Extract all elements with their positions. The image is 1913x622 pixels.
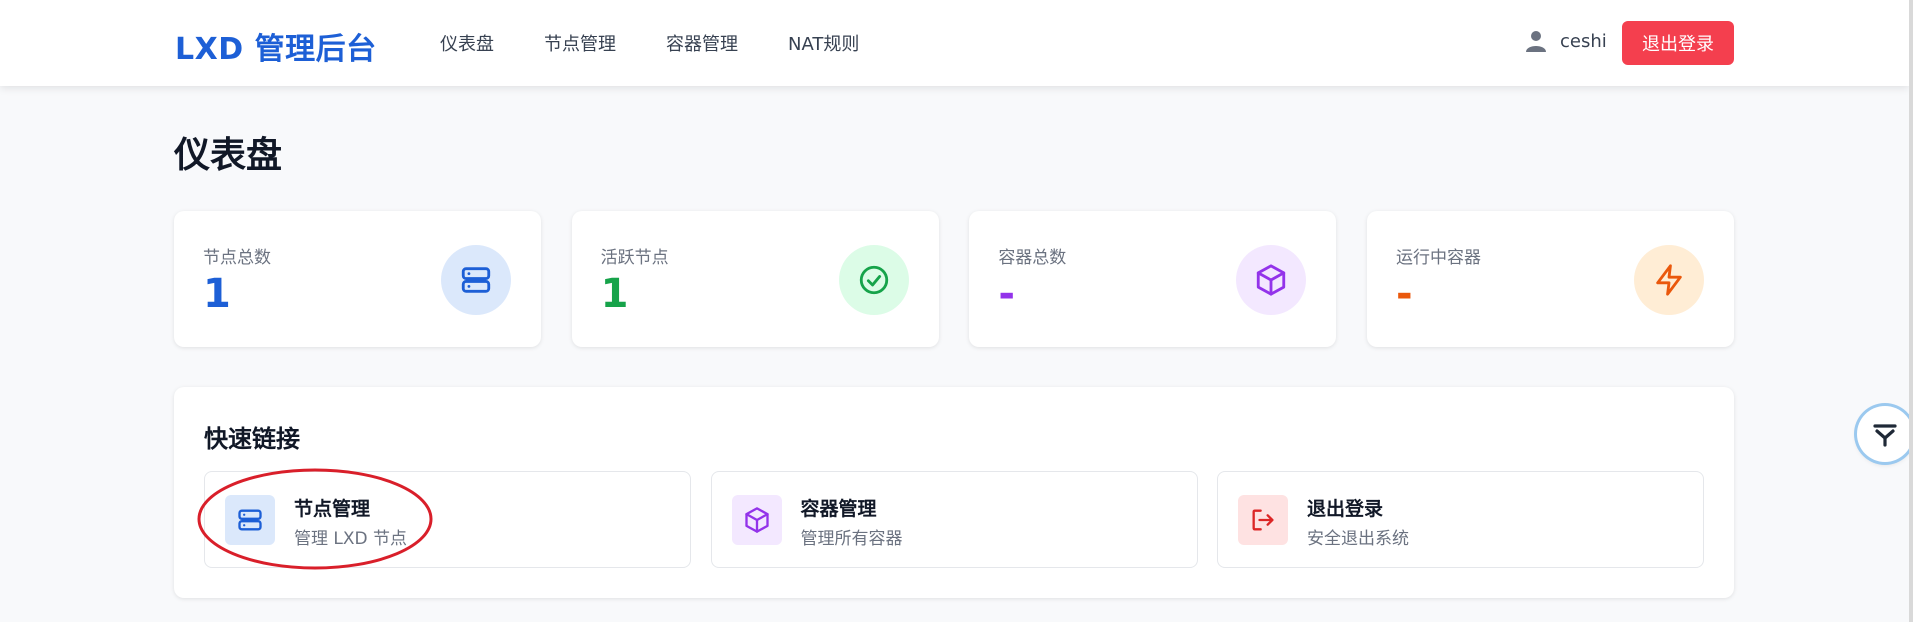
nav-nodes[interactable]: 节点管理: [544, 30, 616, 56]
page-title: 仪表盘: [174, 135, 283, 176]
window-scrollbar-edge: [1909, 0, 1913, 622]
assistant-widget-icon[interactable]: [1857, 406, 1913, 462]
stat-label: 节点总数: [203, 248, 271, 268]
logout-icon: [1238, 495, 1288, 545]
quick-link-nodes[interactable]: 节点管理 管理 LXD 节点: [204, 471, 691, 568]
stat-card-running-containers: 运行中容器 -: [1366, 211, 1734, 347]
quick-link-logout[interactable]: 退出登录 安全退出系统: [1217, 471, 1704, 568]
quick-link-desc: 管理 LXD 节点: [294, 529, 408, 549]
cube-icon: [1236, 245, 1307, 315]
bolt-icon: [1633, 245, 1704, 315]
nav-dashboard[interactable]: 仪表盘: [440, 30, 494, 56]
quick-link-containers[interactable]: 容器管理 管理所有容器: [710, 471, 1198, 568]
stat-value: -: [998, 271, 1015, 317]
stat-label: 容器总数: [998, 248, 1067, 268]
user-info: ceshi: [1526, 30, 1607, 52]
main-nav: 仪表盘 节点管理 容器管理 NAT规则: [440, 30, 909, 56]
cube-icon: [731, 495, 782, 545]
user-icon: [1526, 31, 1546, 52]
logout-button[interactable]: 退出登录: [1622, 21, 1734, 65]
top-navbar: LXD 管理后台 仪表盘 节点管理 容器管理 NAT规则 ceshi 退出登录: [0, 0, 1909, 86]
stat-value: 1: [600, 271, 629, 317]
quick-links-panel: 快速链接 节点管理 管理 LXD 节点 容器管理 管理所有容器 退出登录 安全退…: [174, 387, 1734, 598]
nav-containers[interactable]: 容器管理: [666, 30, 738, 56]
quick-link-desc: 管理所有容器: [800, 529, 903, 549]
check-circle-icon: [838, 245, 909, 315]
stat-card-total-containers: 容器总数 -: [969, 211, 1337, 347]
stat-value: -: [1395, 271, 1413, 317]
quick-link-title: 退出登录: [1307, 498, 1384, 520]
stat-value: 1: [203, 271, 231, 317]
stat-card-total-nodes: 节点总数 1: [174, 211, 541, 347]
stat-label: 活跃节点: [600, 248, 669, 268]
brand-logo[interactable]: LXD 管理后台: [175, 24, 377, 68]
stats-row: 节点总数 1 活跃节点 1 容器总数 - 运行中容器 -: [174, 211, 1734, 347]
quick-link-desc: 安全退出系统: [1307, 529, 1409, 549]
quick-links-list: 节点管理 管理 LXD 节点 容器管理 管理所有容器 退出登录 安全退出系统: [204, 471, 1704, 568]
stat-card-active-nodes: 活跃节点 1: [571, 211, 939, 347]
username: ceshi: [1560, 30, 1607, 52]
quick-link-title: 节点管理: [294, 498, 371, 520]
quick-links-title: 快速链接: [204, 425, 300, 453]
server-icon: [225, 495, 275, 545]
quick-link-title: 容器管理: [800, 498, 877, 520]
server-icon: [441, 245, 511, 315]
stat-label: 运行中容器: [1395, 248, 1481, 268]
nav-nat-rules[interactable]: NAT规则: [788, 30, 859, 56]
